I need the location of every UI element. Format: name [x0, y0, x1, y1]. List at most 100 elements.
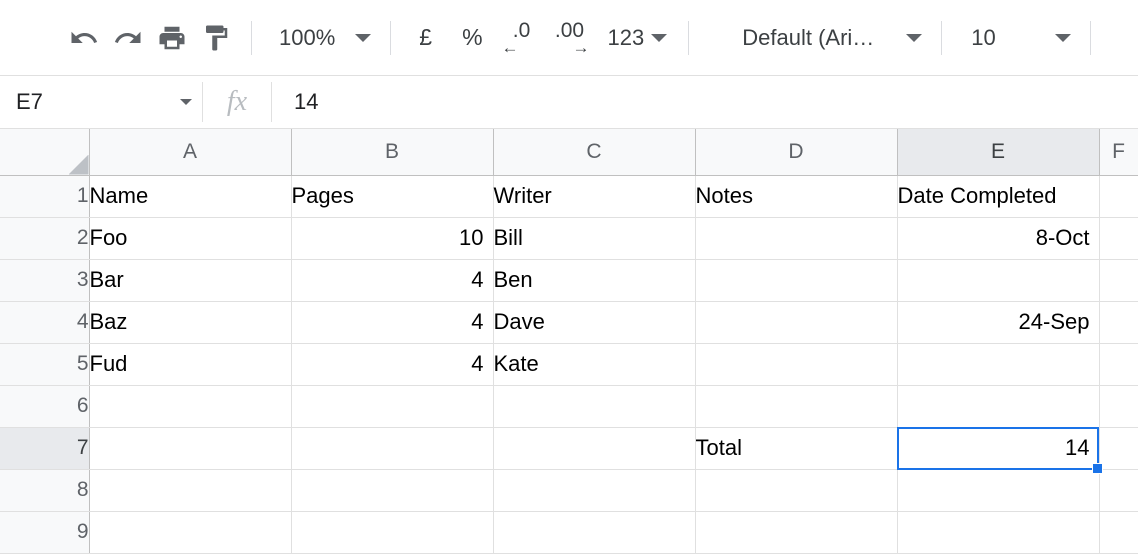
cell-b8[interactable]: [291, 469, 494, 512]
cell-d7[interactable]: Total: [695, 427, 898, 470]
toolbar-divider-1: [251, 20, 252, 55]
cell-d4[interactable]: [695, 301, 898, 344]
cell-d5[interactable]: [695, 343, 898, 386]
cell-e1[interactable]: Date Completed: [897, 175, 1100, 218]
cell-a3[interactable]: Bar: [89, 259, 292, 302]
cell-d2[interactable]: [695, 217, 898, 260]
redo-button[interactable]: [106, 16, 150, 60]
cell-b1[interactable]: Pages: [291, 175, 494, 218]
cell-f6[interactable]: [1099, 385, 1138, 428]
column-header-f[interactable]: F: [1099, 129, 1138, 176]
cell-c2[interactable]: Bill: [493, 217, 696, 260]
table-row: 1 Name Pages Writer Notes Date Completed: [0, 175, 1138, 218]
arrow-left-icon: ←: [501, 37, 519, 57]
chevron-down-icon: [1055, 33, 1072, 42]
cell-e5[interactable]: [897, 343, 1100, 386]
column-header-a[interactable]: A: [89, 129, 292, 176]
cell-f2[interactable]: [1099, 217, 1138, 260]
cell-b6[interactable]: [291, 385, 494, 428]
row-header-9[interactable]: 9: [0, 511, 90, 554]
currency-format-button[interactable]: £: [404, 16, 447, 60]
cell-c3[interactable]: Ben: [493, 259, 696, 302]
row-header-5[interactable]: 5: [0, 343, 90, 386]
toolbar-divider-3: [688, 20, 690, 55]
row-header-4[interactable]: 4: [0, 301, 90, 344]
decrease-decimal-button[interactable]: .0 ←: [498, 16, 546, 60]
cell-c7[interactable]: [493, 427, 696, 470]
cell-b2[interactable]: 10: [291, 217, 494, 260]
row-header-7[interactable]: 7: [0, 427, 90, 470]
select-all-corner[interactable]: [0, 129, 90, 176]
toolbar-divider-4: [941, 20, 943, 55]
cell-d8[interactable]: [695, 469, 898, 512]
cell-a6[interactable]: [89, 385, 292, 428]
column-header-d[interactable]: D: [695, 129, 898, 176]
column-header-b[interactable]: B: [291, 129, 494, 176]
row-header-3[interactable]: 3: [0, 259, 90, 302]
row-header-2[interactable]: 2: [0, 217, 90, 260]
cell-e4[interactable]: 24-Sep: [897, 301, 1100, 344]
undo-button[interactable]: [62, 16, 106, 60]
cell-c6[interactable]: [493, 385, 696, 428]
cell-f5[interactable]: [1099, 343, 1138, 386]
name-box[interactable]: E7: [0, 76, 202, 128]
percent-format-button[interactable]: %: [447, 16, 497, 60]
toolbar-divider-2: [390, 20, 392, 55]
table-row: 5 Fud 4 Kate: [0, 343, 1138, 386]
cell-b4[interactable]: 4: [291, 301, 494, 344]
row-header-6[interactable]: 6: [0, 385, 90, 428]
cell-a8[interactable]: [89, 469, 292, 512]
cell-b7[interactable]: [291, 427, 494, 470]
row-header-8[interactable]: 8: [0, 469, 90, 512]
cell-f1[interactable]: [1099, 175, 1138, 218]
cell-d9[interactable]: [695, 511, 898, 554]
formula-bar: E7 fx 14: [0, 76, 1138, 129]
font-family-selector[interactable]: Default (Ari…: [728, 16, 928, 60]
cell-c9[interactable]: [493, 511, 696, 554]
zoom-selector[interactable]: 100%: [265, 16, 377, 60]
cell-c1[interactable]: Writer: [493, 175, 696, 218]
undo-icon: [69, 23, 99, 53]
cell-f8[interactable]: [1099, 469, 1138, 512]
cell-d6[interactable]: [695, 385, 898, 428]
cell-b5[interactable]: 4: [291, 343, 494, 386]
row-header-1[interactable]: 1: [0, 175, 90, 218]
grid-table: A B C D E F 1 Name Pages Writer Notes Da…: [0, 129, 1138, 554]
number-format-selector[interactable]: 123: [594, 16, 676, 60]
cell-a5[interactable]: Fud: [89, 343, 292, 386]
increase-decimal-button[interactable]: .00 →: [546, 16, 594, 60]
cell-e9[interactable]: [897, 511, 1100, 554]
cell-d3[interactable]: [695, 259, 898, 302]
chevron-down-icon: [651, 33, 668, 42]
column-header-c[interactable]: C: [493, 129, 696, 176]
cell-a9[interactable]: [89, 511, 292, 554]
cell-d1[interactable]: Notes: [695, 175, 898, 218]
cell-f4[interactable]: [1099, 301, 1138, 344]
formula-input[interactable]: 14: [272, 76, 1138, 128]
cell-b3[interactable]: 4: [291, 259, 494, 302]
cell-c5[interactable]: Kate: [493, 343, 696, 386]
cell-b9[interactable]: [291, 511, 494, 554]
zoom-level-label: 100%: [279, 24, 336, 50]
cell-f9[interactable]: [1099, 511, 1138, 554]
arrow-right-icon: →: [572, 37, 590, 57]
table-row: 2 Foo 10 Bill 8-Oct: [0, 217, 1138, 260]
print-button[interactable]: [150, 16, 194, 60]
cell-e3[interactable]: [897, 259, 1100, 302]
column-header-e[interactable]: E: [897, 129, 1100, 176]
paint-format-button[interactable]: [194, 16, 238, 60]
function-icon[interactable]: fx: [203, 76, 271, 128]
cell-a1[interactable]: Name: [89, 175, 292, 218]
cell-e2[interactable]: 8-Oct: [897, 217, 1100, 260]
cell-f3[interactable]: [1099, 259, 1138, 302]
cell-e8[interactable]: [897, 469, 1100, 512]
cell-f7[interactable]: [1099, 427, 1138, 470]
cell-c8[interactable]: [493, 469, 696, 512]
font-size-selector[interactable]: 10: [955, 16, 1077, 60]
cell-a2[interactable]: Foo: [89, 217, 292, 260]
cell-c4[interactable]: Dave: [493, 301, 696, 344]
cell-e6[interactable]: [897, 385, 1100, 428]
cell-a4[interactable]: Baz: [89, 301, 292, 344]
cell-a7[interactable]: [89, 427, 292, 470]
cell-e7[interactable]: 14: [897, 427, 1100, 470]
